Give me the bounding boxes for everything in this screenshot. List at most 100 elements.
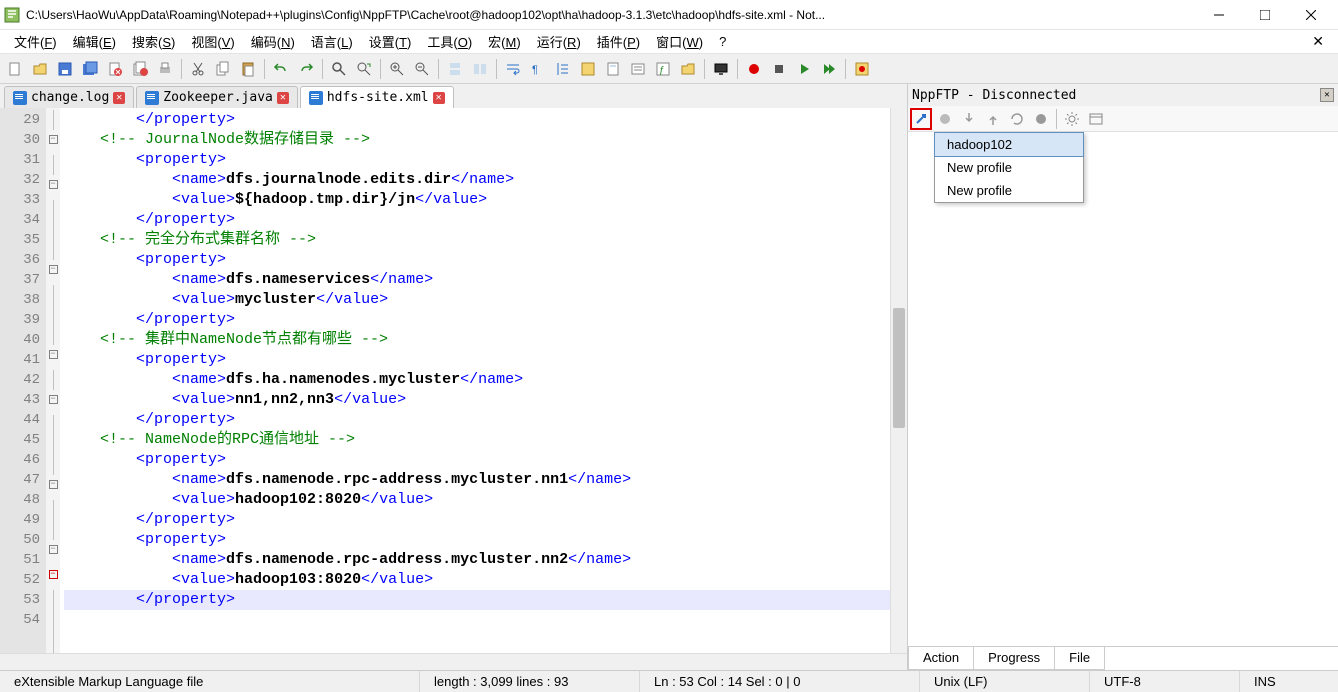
fold-toggle[interactable] xyxy=(49,350,58,359)
fold-toggle[interactable] xyxy=(49,480,58,489)
status-insert-mode: INS xyxy=(1240,671,1338,692)
fold-toggle[interactable] xyxy=(49,545,58,554)
vertical-scrollbar[interactable] xyxy=(890,108,907,653)
tab-close-icon[interactable]: ✕ xyxy=(277,92,289,104)
redo-icon[interactable] xyxy=(295,58,317,80)
tab-close-icon[interactable]: ✕ xyxy=(433,92,445,104)
copy-icon[interactable] xyxy=(212,58,234,80)
func-list-icon[interactable]: ƒ xyxy=(652,58,674,80)
play-multi-icon[interactable] xyxy=(818,58,840,80)
menu-f[interactable]: 文件(F) xyxy=(6,29,65,54)
stop-icon[interactable] xyxy=(768,58,790,80)
sync-v-icon[interactable] xyxy=(444,58,466,80)
horizontal-scrollbar[interactable] xyxy=(0,653,907,670)
panel-tab-file[interactable]: File xyxy=(1054,647,1105,670)
sync-h-icon[interactable] xyxy=(469,58,491,80)
indent-guide-icon[interactable] xyxy=(552,58,574,80)
tab-bar: change.log✕ Zookeeper.java ✕ hdfs-site.xml ✕ xyxy=(0,84,907,108)
close-document-button[interactable]: ✕ xyxy=(1304,33,1332,50)
replace-icon[interactable] xyxy=(353,58,375,80)
menu-t[interactable]: 设置(T) xyxy=(361,29,420,54)
settings-icon[interactable] xyxy=(1061,108,1083,130)
menu-r[interactable]: 运行(R) xyxy=(529,29,589,54)
fold-column[interactable] xyxy=(46,108,60,653)
panel-title-bar[interactable]: NppFTP - Disconnected ✕ xyxy=(908,84,1338,106)
doc-list-icon[interactable] xyxy=(627,58,649,80)
minimize-button[interactable] xyxy=(1196,0,1242,30)
main-toolbar: ¶ƒ xyxy=(0,54,1338,84)
cut-icon[interactable] xyxy=(187,58,209,80)
undo-icon[interactable] xyxy=(270,58,292,80)
abort-icon[interactable] xyxy=(1030,108,1052,130)
editor[interactable]: 29 30 31 32 33 34 35 36 37 38 39 40 41 4… xyxy=(0,108,907,653)
menu-l[interactable]: 语言(L) xyxy=(303,29,361,54)
lang-icon[interactable] xyxy=(577,58,599,80)
wrap-icon[interactable] xyxy=(502,58,524,80)
fold-toggle[interactable] xyxy=(49,570,58,579)
monitor-icon[interactable] xyxy=(710,58,732,80)
zoom-out-icon[interactable] xyxy=(411,58,433,80)
open-icon[interactable] xyxy=(29,58,51,80)
file-icon xyxy=(13,91,27,105)
menu-o[interactable]: 工具(O) xyxy=(419,29,480,54)
file-tab[interactable]: Zookeeper.java ✕ xyxy=(136,86,298,108)
panel-close-icon[interactable]: ✕ xyxy=(1320,88,1334,102)
tab-label: Zookeeper.java xyxy=(163,90,273,105)
app-icon xyxy=(4,7,20,23)
messages-icon[interactable] xyxy=(1085,108,1107,130)
doc-map-icon[interactable] xyxy=(602,58,624,80)
menu-p[interactable]: 插件(P) xyxy=(589,29,648,54)
profile-dropdown: hadoop102New profileNew profile xyxy=(934,132,1084,203)
panel-toolbar xyxy=(908,106,1338,132)
close-icon[interactable] xyxy=(104,58,126,80)
zoom-in-icon[interactable] xyxy=(386,58,408,80)
menu-v[interactable]: 视图(V) xyxy=(183,29,242,54)
save-icon[interactable] xyxy=(54,58,76,80)
fold-toggle[interactable] xyxy=(49,180,58,189)
fold-toggle[interactable] xyxy=(49,135,58,144)
fold-toggle[interactable] xyxy=(49,395,58,404)
close-window-button[interactable] xyxy=(1288,0,1334,30)
menu-n[interactable]: 编码(N) xyxy=(243,29,303,54)
panel-tree-area[interactable]: hadoop102New profileNew profile xyxy=(908,132,1338,646)
folder-icon[interactable] xyxy=(677,58,699,80)
close-all-icon[interactable] xyxy=(129,58,151,80)
profile-menu-item[interactable]: New profile xyxy=(935,156,1083,179)
svg-text:¶: ¶ xyxy=(532,64,538,76)
play-icon[interactable] xyxy=(793,58,815,80)
profile-menu-item[interactable]: hadoop102 xyxy=(935,133,1083,156)
menu-[interactable]: ? xyxy=(711,31,734,52)
connect-button[interactable] xyxy=(910,108,932,130)
macro-icon[interactable] xyxy=(851,58,873,80)
maximize-button[interactable] xyxy=(1242,0,1288,30)
new-icon[interactable] xyxy=(4,58,26,80)
panel-title-text: NppFTP - Disconnected xyxy=(912,88,1076,103)
menu-m[interactable]: 宏(M) xyxy=(480,29,529,54)
status-length: length : 3,099 lines : 93 xyxy=(420,671,640,692)
code-text-area[interactable]: </property> <!-- JournalNode数据存储目录 --> <… xyxy=(60,108,907,653)
upload-icon[interactable] xyxy=(982,108,1004,130)
refresh-icon[interactable] xyxy=(1006,108,1028,130)
rec-icon[interactable] xyxy=(743,58,765,80)
print-icon[interactable] xyxy=(154,58,176,80)
tab-close-icon[interactable]: ✕ xyxy=(113,92,125,104)
menu-s[interactable]: 搜索(S) xyxy=(124,29,183,54)
line-number-gutter: 29 30 31 32 33 34 35 36 37 38 39 40 41 4… xyxy=(0,108,46,653)
menu-w[interactable]: 窗口(W) xyxy=(648,29,711,54)
show-all-icon[interactable]: ¶ xyxy=(527,58,549,80)
window-title: C:\Users\HaoWu\AppData\Roaming\Notepad++… xyxy=(26,8,1196,22)
file-tab[interactable]: change.log✕ xyxy=(4,86,134,108)
find-icon[interactable] xyxy=(328,58,350,80)
file-icon xyxy=(145,91,159,105)
paste-icon[interactable] xyxy=(237,58,259,80)
download-icon[interactable] xyxy=(958,108,980,130)
menu-e[interactable]: 编辑(E) xyxy=(65,29,124,54)
tab-label: hdfs-site.xml xyxy=(327,90,429,105)
disconnect-icon[interactable] xyxy=(934,108,956,130)
panel-tab-action[interactable]: Action xyxy=(908,647,974,670)
file-tab[interactable]: hdfs-site.xml ✕ xyxy=(300,86,454,108)
profile-menu-item[interactable]: New profile xyxy=(935,179,1083,202)
fold-toggle[interactable] xyxy=(49,265,58,274)
save-all-icon[interactable] xyxy=(79,58,101,80)
panel-tab-progress[interactable]: Progress xyxy=(973,647,1055,670)
